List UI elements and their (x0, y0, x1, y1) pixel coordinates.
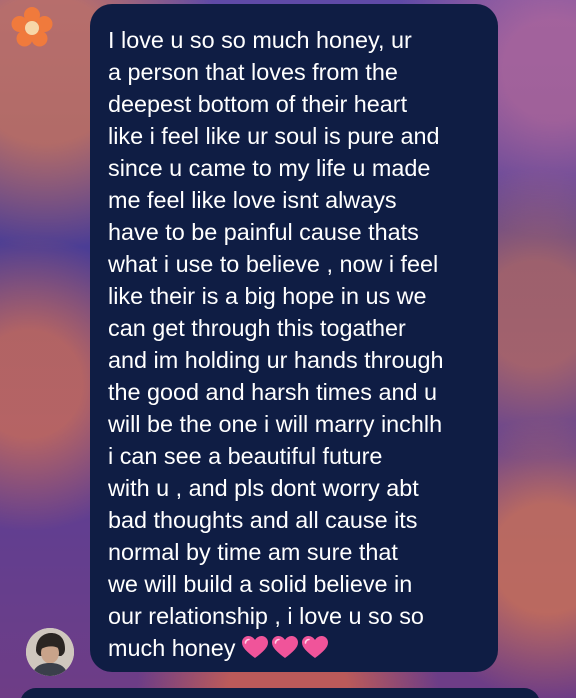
message-line: have to be painful cause thats (108, 219, 419, 245)
message-line: the good and harsh times and u (108, 379, 437, 405)
message-line: like their is a big hope in us we (108, 283, 427, 309)
pink-heart-icon (242, 636, 269, 658)
avatar-photo-icon (26, 628, 74, 676)
message-line: can get through this togather (108, 315, 406, 341)
message-line: like i feel like ur soul is pure and (108, 123, 440, 149)
message-text: I love u so so much honey, ur a person t… (108, 24, 482, 664)
message-line: i can see a beautiful future (108, 443, 383, 469)
message-line: much honey (108, 635, 236, 661)
message-line: since u came to my life u made (108, 155, 431, 181)
message-line: I love u so so much honey, ur (108, 27, 412, 53)
message-line: and im holding ur hands through (108, 347, 444, 373)
heart-emoji-group (241, 635, 331, 661)
message-line: normal by time am sure that (108, 539, 398, 565)
message-line: what i use to believe , now i feel (108, 251, 439, 277)
message-line: we will build a solid believe in (108, 571, 413, 597)
message-line: will be the one i will marry inchlh (108, 411, 443, 437)
pink-heart-icon (302, 636, 329, 658)
message-line: bad thoughts and all cause its (108, 507, 418, 533)
message-line: our relationship , i love u so so (108, 603, 424, 629)
message-line: a person that loves from the (108, 59, 398, 85)
message-line: me feel like love isnt always (108, 187, 397, 213)
avatar[interactable] (26, 628, 74, 676)
message-bubble[interactable]: I love u so so much honey, ur a person t… (90, 4, 498, 672)
message-line: with u , and pls dont worry abt (108, 475, 419, 501)
flower-sticker-icon (11, 7, 53, 47)
next-message-bubble[interactable] (20, 688, 540, 698)
pink-heart-icon (272, 636, 299, 658)
message-line: deepest bottom of their heart (108, 91, 408, 117)
